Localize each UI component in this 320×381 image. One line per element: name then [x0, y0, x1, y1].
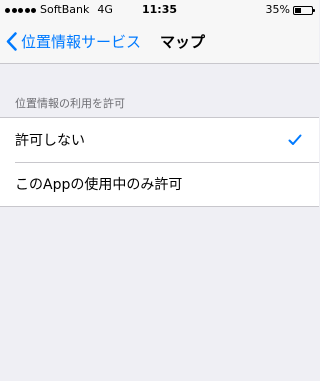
status-bar: SoftBank 4G 11:35 35% [0, 0, 319, 20]
option-while-using[interactable]: このAppの使用中のみ許可 [0, 162, 319, 206]
section-header: 位置情報の利用を許可 [15, 97, 125, 110]
page-title: マップ [160, 33, 206, 51]
option-never[interactable]: 許可しない [0, 118, 319, 162]
chevron-left-icon [6, 32, 17, 51]
status-right: 35% [265, 0, 315, 20]
back-button-label: 位置情報サービス [21, 33, 142, 51]
battery-percent: 35% [265, 3, 290, 16]
checkmark-icon [288, 134, 302, 145]
battery-icon [293, 5, 315, 15]
location-permission-list: 許可しない このAppの使用中のみ許可 [0, 117, 319, 207]
option-label: このAppの使用中のみ許可 [15, 177, 183, 193]
back-button[interactable]: 位置情報サービス [6, 20, 141, 63]
navigation-bar: 位置情報サービス マップ [0, 20, 319, 64]
option-label: 許可しない [15, 133, 85, 149]
